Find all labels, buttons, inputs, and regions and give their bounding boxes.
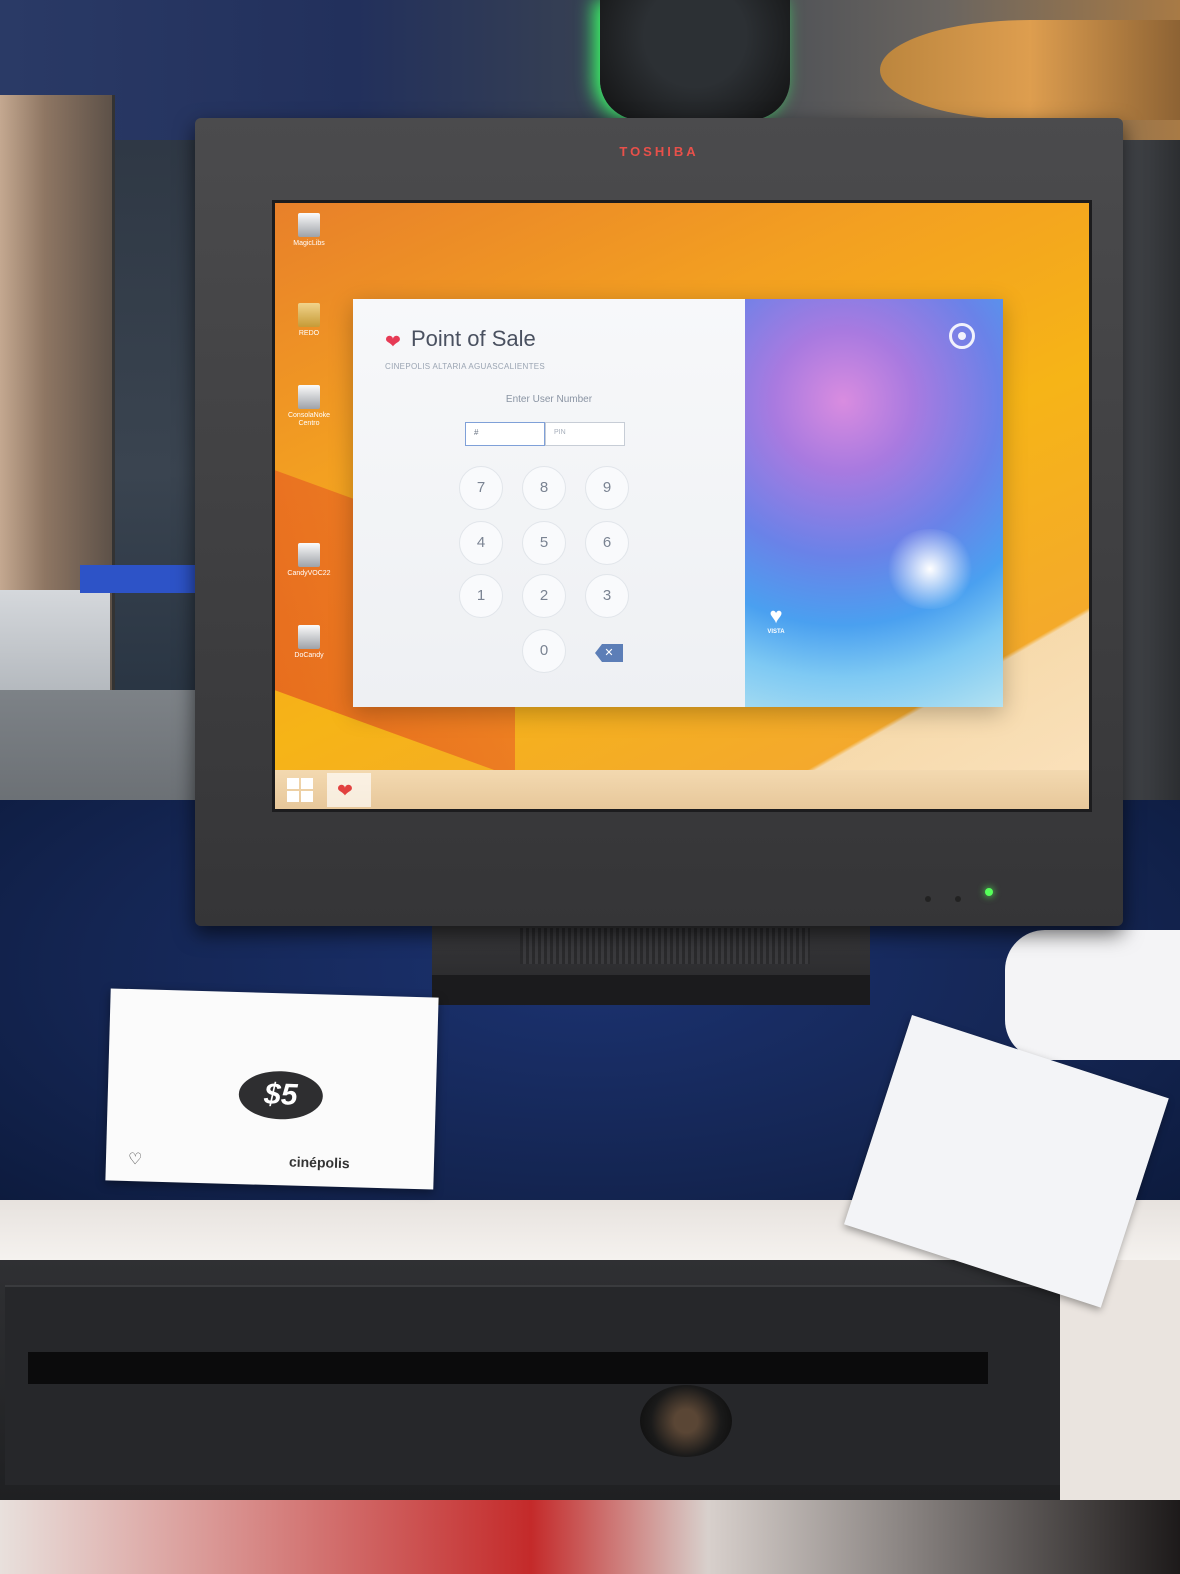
desktop-icon-label: ConsolaNoke Centro <box>287 412 331 427</box>
app-icon <box>298 625 320 649</box>
floor-items <box>0 1500 1180 1574</box>
point-of-sale-icon: ❤ <box>337 781 353 802</box>
vista-wordmark: VISTA <box>767 629 785 635</box>
keypad-7-button[interactable]: 7 <box>459 466 503 510</box>
monitor-button[interactable] <box>925 896 931 902</box>
monitor-speaker-grille <box>520 928 810 964</box>
desktop-icon-redo[interactable]: REDO <box>279 303 339 338</box>
donation-flyer: $5 ♡ cinépolis <box>105 988 439 1190</box>
user-number-field[interactable]: # <box>465 422 545 446</box>
taskbar: ❤ <box>275 770 1089 809</box>
paper-roll <box>1005 930 1180 1060</box>
keypad-3-button[interactable]: 3 <box>585 574 629 618</box>
folder-icon <box>298 303 320 327</box>
brand-panel-glow <box>885 529 975 609</box>
flyer-amount: $5 <box>238 1070 324 1121</box>
flyer-body <box>169 1038 369 1044</box>
vista-logo-icon: ♥ <box>769 603 783 628</box>
flyer-heading <box>133 997 423 1005</box>
keypad-2-button[interactable]: 2 <box>522 574 566 618</box>
monitor-button[interactable] <box>955 896 961 902</box>
keypad-0-button[interactable]: 0 <box>522 629 566 673</box>
keypad-9-button[interactable]: 9 <box>585 466 629 510</box>
heart-logo-icon: ❤ <box>385 332 401 353</box>
desktop-icon-magiclibs[interactable]: MagicLibs <box>279 213 339 248</box>
desktop-icon-label: REDO <box>298 330 320 337</box>
cash-drawer-lock <box>640 1385 732 1457</box>
background-pillar <box>600 0 790 120</box>
cash-drawer-front <box>5 1285 1065 1485</box>
keypad-5-button[interactable]: 5 <box>522 521 566 565</box>
keypad-8-button[interactable]: 8 <box>522 466 566 510</box>
keypad-6-button[interactable]: 6 <box>585 521 629 565</box>
flyer-brand: cinépolis <box>288 1153 350 1172</box>
desktop-icon-candyvoc[interactable]: CandyVOC22 <box>279 543 339 578</box>
pin-field[interactable]: PIN <box>545 422 625 446</box>
backspace-button[interactable]: ✕ <box>595 644 623 662</box>
monitor-brand: TOSHIBA <box>619 144 699 159</box>
receipt-text <box>954 1081 1116 1134</box>
settings-button[interactable] <box>949 323 975 349</box>
monitor-screen: MagicLibs REDO ConsolaNoke Centro CandyV… <box>272 200 1092 812</box>
app-icon <box>298 543 320 567</box>
blue-rail <box>80 565 210 593</box>
windows-logo-icon[interactable] <box>287 778 313 802</box>
desktop-icon-label: MagicLibs <box>293 240 325 247</box>
site-name: CINEPOLIS ALTARIA AGUASCALIENTES <box>385 362 546 371</box>
pos-title: Point of Sale <box>411 326 536 351</box>
pos-brand-panel <box>745 299 1003 707</box>
background-lamp <box>880 20 1180 120</box>
keypad-4-button[interactable]: 4 <box>459 521 503 565</box>
power-led-icon <box>985 888 993 896</box>
heart-logo-icon: ♡ <box>127 1151 143 1169</box>
desktop-icon-label: DoCandy <box>294 652 324 659</box>
cash-drawer-slot <box>28 1352 988 1384</box>
desktop-icon-consolanoke[interactable]: ConsolaNoke Centro <box>279 385 339 427</box>
keypad-1-button[interactable]: 1 <box>459 574 503 618</box>
user-number-prompt: Enter User Number <box>505 394 593 405</box>
monitor-base <box>432 975 870 1005</box>
pos-login-window: ❤ Point of Sale CINEPOLIS ALTARIA AGUASC… <box>353 299 1003 707</box>
desktop-icon-label: CandyVOC22 <box>287 570 331 577</box>
app-icon <box>298 213 320 237</box>
app-icon <box>298 385 320 409</box>
desktop-icon-docandy[interactable]: DoCandy <box>279 625 339 660</box>
taskbar-pos-button[interactable]: ❤ <box>327 773 371 807</box>
pos-login-panel: ❤ Point of Sale CINEPOLIS ALTARIA AGUASC… <box>353 299 745 707</box>
